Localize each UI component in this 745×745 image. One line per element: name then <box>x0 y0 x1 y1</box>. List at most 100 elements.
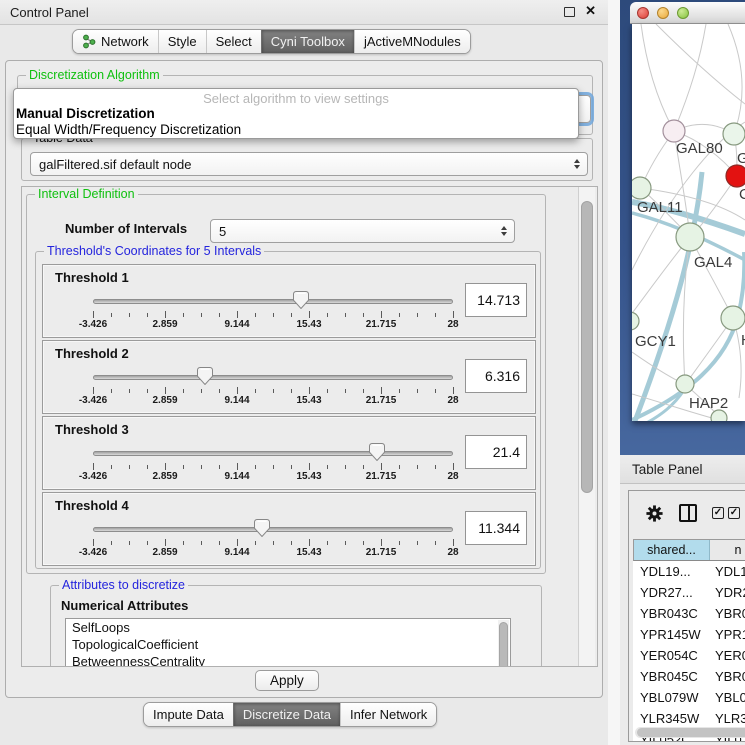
settings-gear-icon[interactable] <box>645 504 664 523</box>
table-data-combobox[interactable]: galFiltered.sif default node <box>30 152 588 176</box>
cyni-toolbox-panel: Discretization Algorithm Select algorith… <box>5 60 603 698</box>
network-node-gcy1[interactable] <box>632 312 639 330</box>
number-of-intervals-combobox[interactable]: 5 <box>210 219 515 243</box>
table-row[interactable]: YDL19...YDL1 <box>633 561 745 582</box>
network-node-gal4[interactable] <box>676 223 704 251</box>
network-window-titlebar[interactable] <box>630 2 745 24</box>
cell-shared-name[interactable]: YDL19... <box>633 564 711 579</box>
popup-option-manual-discretization[interactable]: Manual Discretization <box>14 106 578 122</box>
slider-track[interactable] <box>93 451 453 456</box>
network-edge[interactable] <box>641 24 674 131</box>
list-item[interactable]: SelfLoops <box>66 619 510 636</box>
top-tab-bar: Network Style SelectCyni Toolbox jActiveMNo… <box>72 29 471 54</box>
threshold-slider[interactable]: -3.4262.8599.14415.4321.71528 <box>89 441 457 487</box>
float-window-icon[interactable] <box>564 7 575 17</box>
node-label: C <box>739 186 745 203</box>
checkbox-icon[interactable]: ✓ <box>712 507 724 519</box>
list-item[interactable]: TopologicalCoefficient <box>66 636 510 653</box>
cell-name[interactable]: YLR3 <box>711 711 745 726</box>
threshold-slider[interactable]: -3.4262.8599.14415.4321.71528 <box>89 517 457 563</box>
table-row[interactable]: YBL079WYBL0 <box>633 687 745 708</box>
tab-label: Style <box>168 34 197 49</box>
cell-shared-name[interactable]: YDR27... <box>633 585 711 600</box>
slider-thumb[interactable] <box>293 291 309 309</box>
list-item[interactable]: BetweennessCentrality <box>66 653 510 667</box>
network-node[interactable] <box>711 410 727 421</box>
network-node-ga[interactable] <box>723 123 745 145</box>
column-header-shared-name[interactable]: shared... <box>634 540 710 560</box>
network-canvas[interactable]: GAL80GACGAL11GAL4HGCY1HAP2 <box>632 24 745 421</box>
split-columns-icon[interactable] <box>679 504 697 522</box>
tab-network[interactable]: Network <box>73 30 158 53</box>
zoom-traffic-light-icon[interactable] <box>677 7 689 19</box>
threshold-value-field[interactable]: 11.344 <box>465 511 527 545</box>
vertical-scrollbar[interactable] <box>578 187 595 667</box>
tab-label: jActiveMNodules <box>364 34 461 49</box>
cell-name[interactable]: YER0 <box>711 648 745 663</box>
table-row[interactable]: YPR145WYPR1 <box>633 624 745 645</box>
attributes-list[interactable]: SelfLoopsTopologicalCoefficientBetweenne… <box>65 618 511 667</box>
minimize-traffic-light-icon[interactable] <box>657 7 669 19</box>
cell-name[interactable]: YPR1 <box>711 627 745 642</box>
group-label: Discretization Algorithm <box>26 68 163 82</box>
slider-track[interactable] <box>93 375 453 380</box>
network-edge[interactable] <box>674 24 706 131</box>
table-row[interactable]: YBR045CYBR0 <box>633 666 745 687</box>
threshold-value-field[interactable]: 21.4 <box>465 435 527 469</box>
slider-tick-labels: -3.4262.8599.14415.4321.71528 <box>93 547 453 560</box>
cell-name[interactable]: YBR0 <box>711 606 745 621</box>
close-traffic-light-icon[interactable] <box>637 7 649 19</box>
checkbox-icon[interactable]: ✓ <box>728 507 740 519</box>
table-row[interactable]: YDR27...YDR2 <box>633 582 745 603</box>
column-header-name[interactable]: n <box>710 540 745 560</box>
slider-track[interactable] <box>93 527 453 532</box>
threshold-value-field[interactable]: 6.316 <box>465 359 527 393</box>
network-node-hap2[interactable] <box>676 375 694 393</box>
cell-shared-name[interactable]: YBL079W <box>633 690 711 705</box>
slider-thumb[interactable] <box>369 443 385 461</box>
cell-name[interactable]: YBR0 <box>711 669 745 684</box>
cell-shared-name[interactable]: YPR145W <box>633 627 711 642</box>
network-node-gal80[interactable] <box>663 120 685 142</box>
network-node-gal11[interactable] <box>632 177 651 199</box>
network-edge[interactable] <box>656 24 745 104</box>
table-row[interactable]: YLR345WYLR3 <box>633 708 745 729</box>
slider-thumb[interactable] <box>197 367 213 385</box>
tab-select[interactable]: Select <box>206 30 261 53</box>
apply-button[interactable]: Apply <box>255 670 319 691</box>
popup-option-equal-width-frequency-discretization[interactable]: Equal Width/Frequency Discretization <box>14 122 578 138</box>
cell-shared-name[interactable]: YER054C <box>633 648 711 663</box>
table-row[interactable]: YBR043CYBR0 <box>633 603 745 624</box>
tab-discretize-data[interactable]: Discretize Data <box>233 703 340 726</box>
tab-jactivemnodules[interactable]: jActiveMNodules <box>354 30 470 53</box>
table-rows: YDL19...YDL1YDR27...YDR2YBR043CYBR0YPR14… <box>633 561 745 741</box>
cell-shared-name[interactable]: YLR345W <box>633 711 711 726</box>
cell-name[interactable]: YDL1 <box>711 564 745 579</box>
cell-name[interactable]: YDR2 <box>711 585 745 600</box>
network-node-h[interactable] <box>721 306 745 330</box>
horizontal-scrollbar[interactable] <box>635 727 745 738</box>
list-scrollbar[interactable] <box>498 620 509 667</box>
network-edge[interactable] <box>728 24 742 134</box>
network-graph[interactable]: GAL80GACGAL11GAL4HGCY1HAP2 <box>632 24 745 421</box>
tab-impute-data[interactable]: Impute Data <box>144 703 233 726</box>
network-node-c[interactable] <box>726 165 745 187</box>
threshold-value-field[interactable]: 14.713 <box>465 283 527 317</box>
table-panel-title: Table Panel <box>632 462 703 477</box>
table-row[interactable]: YER054CYER0 <box>633 645 745 666</box>
tab-style[interactable]: Style <box>158 30 206 53</box>
tab-cyni-toolbox[interactable]: Cyni Toolbox <box>261 30 354 53</box>
threshold-slider[interactable]: -3.4262.8599.14415.4321.71528 <box>89 365 457 411</box>
panel-divider <box>608 0 620 745</box>
tab-infer-network[interactable]: Infer Network <box>340 703 436 726</box>
cell-name[interactable]: YBL0 <box>711 690 745 705</box>
cell-shared-name[interactable]: YBR045C <box>633 669 711 684</box>
cell-shared-name[interactable]: YBR043C <box>633 606 711 621</box>
slider-track[interactable] <box>93 299 453 304</box>
slider-thumb[interactable] <box>254 519 270 537</box>
close-icon[interactable]: ✕ <box>585 3 596 19</box>
threshold-slider[interactable]: -3.4262.8599.14415.4321.71528 <box>89 289 457 335</box>
thresholds-group: Threshold's Coordinates for 5 Intervals … <box>35 251 541 569</box>
scrollbar-thumb[interactable] <box>581 201 593 493</box>
slider-ticks <box>93 387 453 395</box>
